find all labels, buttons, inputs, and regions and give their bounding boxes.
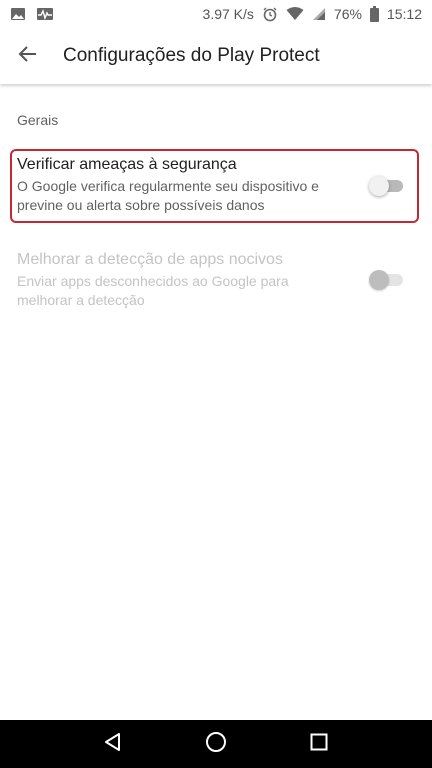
section-header: Gerais xyxy=(17,112,59,128)
setting-scan-threats[interactable]: Verificar ameaças à segurança O Google v… xyxy=(0,155,432,215)
setting-improve-detection: Melhorar a detecção de apps nocivos Envi… xyxy=(0,250,432,310)
nav-back-button[interactable] xyxy=(89,720,137,768)
recents-square-icon xyxy=(310,733,328,756)
improve-detection-toggle xyxy=(369,269,405,291)
setting-summary: O Google verifica regularmente seu dispo… xyxy=(17,178,319,213)
battery-icon xyxy=(369,6,379,22)
setting-text: Melhorar a detecção de apps nocivos Envi… xyxy=(0,250,340,310)
app-bar: Configurações do Play Protect xyxy=(0,28,432,84)
setting-title: Melhorar a detecção de apps nocivos xyxy=(17,251,283,268)
battery-percentage: 76% xyxy=(333,6,362,22)
wifi-icon xyxy=(286,7,304,21)
network-speed: 3.97 K/s xyxy=(202,6,254,22)
setting-summary: Enviar apps desconhecidos ao Google para… xyxy=(17,273,289,308)
alarm-icon xyxy=(262,6,278,22)
back-triangle-icon xyxy=(103,732,123,757)
scan-threats-toggle[interactable] xyxy=(369,175,405,197)
status-bar: 3.97 K/s 76% 15:12 xyxy=(0,0,432,28)
nav-recents-button[interactable] xyxy=(295,720,343,768)
home-circle-icon xyxy=(205,731,227,758)
toggle-thumb xyxy=(369,176,389,196)
status-left-icons xyxy=(10,6,54,22)
status-right-icons: 3.97 K/s 76% 15:12 xyxy=(203,6,422,22)
setting-title: Verificar ameaças à segurança xyxy=(17,156,237,173)
image-icon xyxy=(10,6,26,22)
navigation-bar xyxy=(0,720,432,768)
toggle-thumb xyxy=(369,270,389,290)
nav-home-button[interactable] xyxy=(192,720,240,768)
page-title: Configurações do Play Protect xyxy=(63,45,320,66)
setting-text: Verificar ameaças à segurança O Google v… xyxy=(0,155,340,215)
signal-icon xyxy=(312,7,326,21)
clock: 15:12 xyxy=(386,6,422,22)
back-button[interactable] xyxy=(0,28,56,84)
activity-icon xyxy=(36,6,54,22)
arrow-back-icon xyxy=(18,44,38,69)
